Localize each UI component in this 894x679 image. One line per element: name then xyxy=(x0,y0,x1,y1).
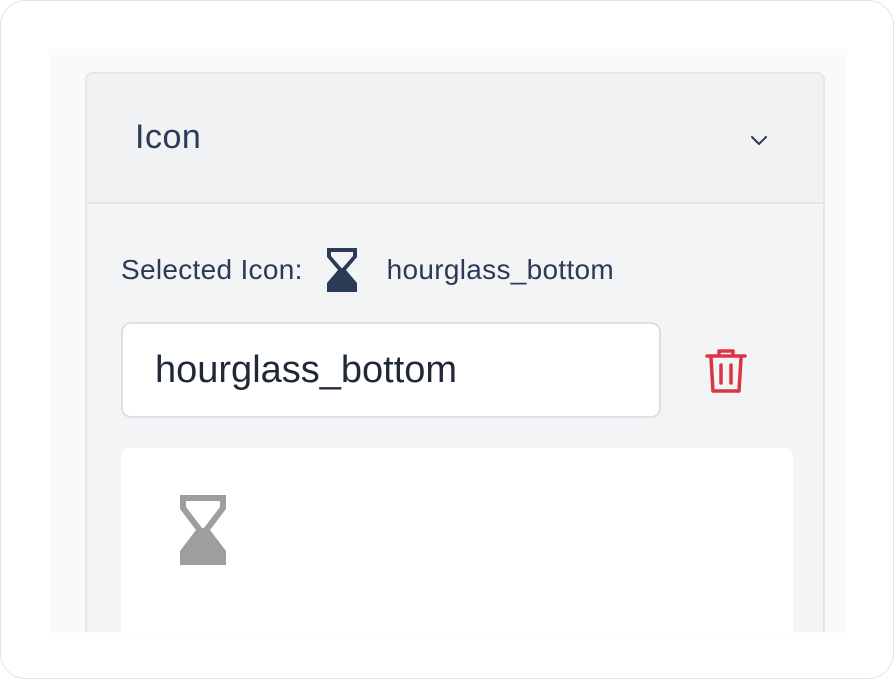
app-frame: Icon Selected Icon: hourglass_bottom xyxy=(0,0,894,679)
icon-result-item[interactable] xyxy=(177,492,229,568)
hourglass-bottom-icon xyxy=(180,495,226,565)
icon-search-input[interactable] xyxy=(121,322,661,418)
trash-icon xyxy=(705,349,747,393)
selected-icon-name: hourglass_bottom xyxy=(386,254,615,285)
chevron-down-icon[interactable] xyxy=(747,128,771,152)
panel-header[interactable]: Icon xyxy=(87,74,823,204)
panel-title: Icon xyxy=(135,118,202,156)
hourglass-bottom-icon xyxy=(326,248,357,292)
icon-settings-panel: Icon Selected Icon: hourglass_bottom xyxy=(85,72,825,632)
selected-icon-row: Selected Icon: hourglass_bottom xyxy=(121,242,614,298)
selected-icon-label: Selected Icon: xyxy=(121,254,303,285)
icon-results-grid xyxy=(121,448,793,632)
delete-icon-button[interactable] xyxy=(699,344,753,398)
